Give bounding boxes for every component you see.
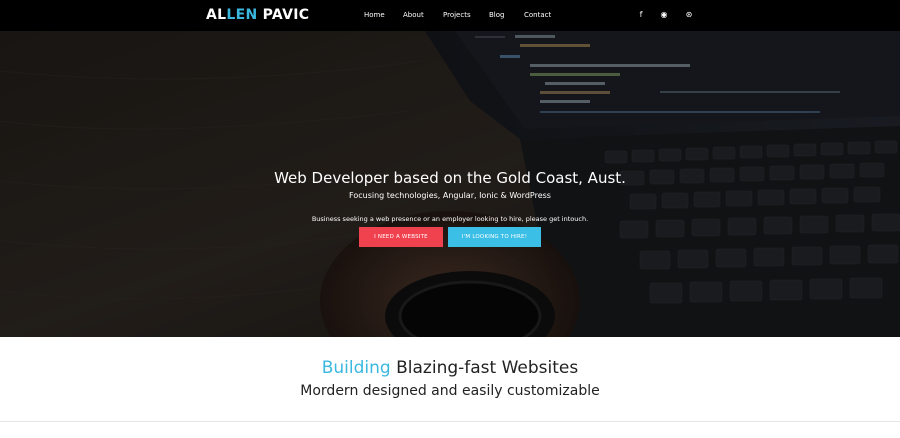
top-navbar: ALLEN PAVIC Home About Projects Blog Con… [0, 0, 900, 31]
brand-text-accent: LEN [226, 7, 258, 23]
facebook-icon[interactable]: f [635, 9, 647, 21]
nav-link-contact[interactable]: Contact [524, 11, 551, 19]
section-title: Building Blazing-fast Websites [0, 358, 900, 378]
brand-text-part1: AL [206, 7, 227, 23]
section-divider [0, 421, 900, 422]
hero-title: Web Developer based on the Gold Coast, A… [274, 169, 626, 187]
nav-link-blog[interactable]: Blog [489, 11, 504, 19]
section-title-rest: Blazing-fast Websites [390, 358, 579, 378]
nav-link-projects[interactable]: Projects [443, 11, 471, 19]
stackexchange-icon[interactable]: ⊛ [683, 9, 695, 21]
features-section: Building Blazing-fast Websites Mordern d… [0, 337, 900, 438]
nav-link-about[interactable]: About [403, 11, 424, 19]
brand-text-part3: PAVIC [257, 7, 310, 23]
brand-logo[interactable]: ALLEN PAVIC [206, 7, 309, 23]
hero-banner: Web Developer based on the Gold Coast, A… [0, 31, 900, 337]
hero-note: Business seeking a web presence or an em… [311, 215, 589, 223]
hero-subtitle: Focusing technologies, Angular, Ionic & … [349, 191, 551, 200]
nav-link-home[interactable]: Home [364, 11, 385, 19]
section-subtitle: Mordern designed and easily customizable [300, 383, 600, 399]
need-website-button[interactable]: I need a website [359, 227, 443, 247]
section-title-accent: Building [321, 358, 391, 378]
github-icon[interactable]: ◉ [658, 9, 670, 21]
looking-to-hire-button[interactable]: I'm looking to hire! [448, 227, 541, 247]
